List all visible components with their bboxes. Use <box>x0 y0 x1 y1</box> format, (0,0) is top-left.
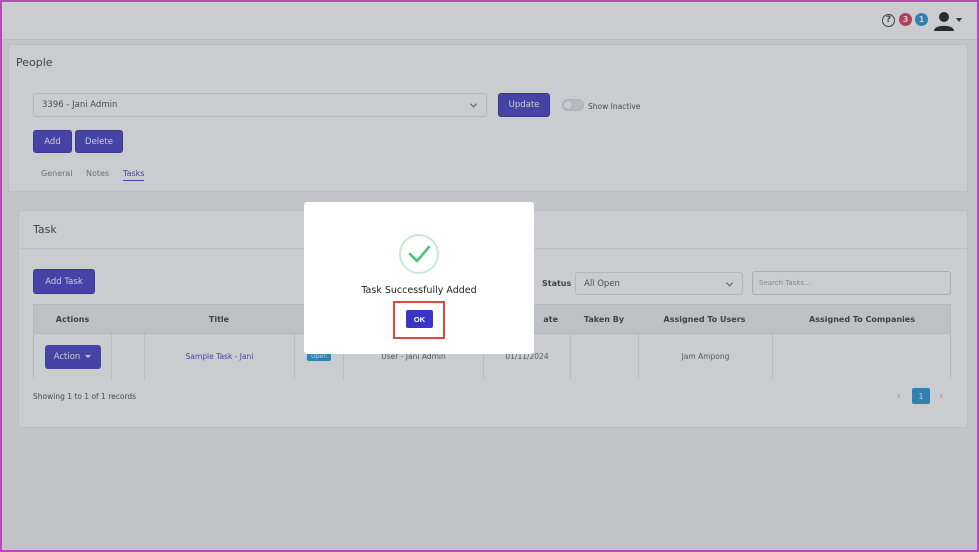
check-circle-icon <box>399 234 439 274</box>
checkmark-icon <box>408 245 431 263</box>
success-dialog: Task Successfully Added OK <box>304 202 534 354</box>
app-window: ? 3 1 People 3396 - Jani Admin Update Sh… <box>0 0 979 552</box>
ok-button[interactable]: OK <box>406 310 433 328</box>
dialog-message: Task Successfully Added <box>361 285 477 296</box>
